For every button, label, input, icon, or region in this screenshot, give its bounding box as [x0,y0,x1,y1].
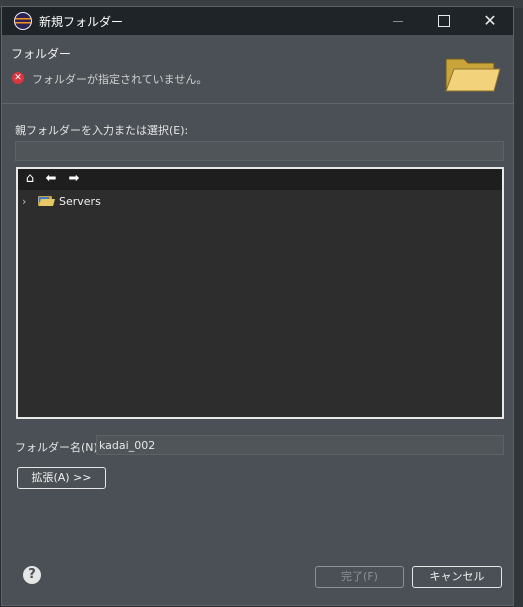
help-icon[interactable]: ? [23,566,41,584]
home-icon[interactable]: ⌂ [22,171,38,187]
tree-item-servers[interactable]: › Servers [22,193,101,209]
maximize-button[interactable] [421,7,467,35]
parent-folder-input[interactable] [15,141,504,161]
window-title: 新規フォルダー [39,14,124,29]
tree-toolbar: ⌂ ⬅ ➡ [18,169,502,190]
tree-item-label: Servers [59,194,101,208]
chevron-right-icon[interactable]: › [22,195,34,208]
maximize-icon [438,15,450,27]
title-bar[interactable]: 新規フォルダー ✕ [2,7,513,35]
eclipse-app-icon [14,12,32,30]
parent-folder-label: 親フォルダーを入力または選択(E): [15,124,189,137]
error-icon: ✕ [12,72,24,84]
error-message: フォルダーが指定されていません。 [32,73,208,86]
wizard-header: フォルダー ✕ フォルダーが指定されていません。 [2,35,513,103]
background-panel-edge [513,8,523,607]
close-button[interactable]: ✕ [467,7,513,35]
folder-icon [38,195,55,207]
folder-wizard-icon [445,58,501,92]
page-title: フォルダー [11,47,72,61]
header-separator [2,103,513,104]
folder-tree[interactable]: ⌂ ⬅ ➡ › Servers [16,167,504,419]
minimize-icon [393,20,403,22]
minimize-button[interactable] [375,7,421,35]
folder-name-label: フォルダー名(N): [15,441,102,454]
new-folder-dialog: 新規フォルダー ✕ フォルダー ✕ フォルダーが指定されていません。 親フォルダ… [1,6,514,606]
forward-arrow-icon[interactable]: ➡ [66,171,82,187]
back-arrow-icon[interactable]: ⬅ [43,171,59,187]
finish-button[interactable]: 完了(F) [315,566,404,588]
cancel-button[interactable]: キャンセル [412,566,502,588]
close-icon: ✕ [483,11,497,30]
advanced-button[interactable]: 拡張(A) >> [17,467,106,489]
folder-name-input[interactable] [96,435,504,455]
